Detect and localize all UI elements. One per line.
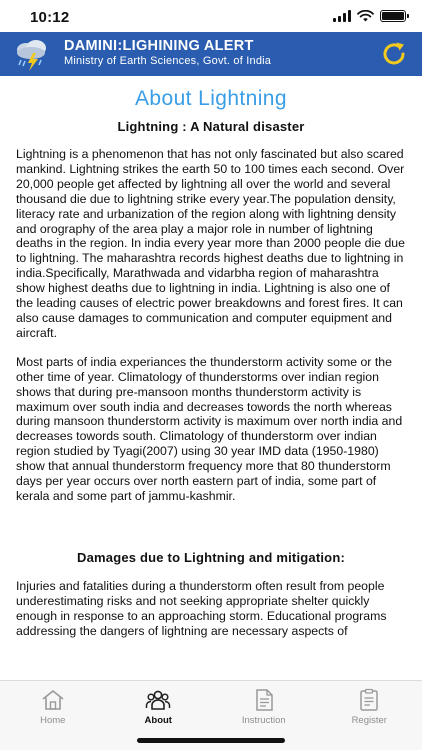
document-icon	[256, 689, 273, 711]
section-heading-damages: Damages due to Lightning and mitigation:	[77, 549, 345, 565]
app-header: DAMINI:LIGHINING ALERT Ministry of Earth…	[0, 32, 422, 76]
paragraph-damages: Injuries and fatalities during a thunder…	[16, 578, 387, 638]
wifi-icon	[357, 10, 374, 22]
paragraph-intro: Lightning is a phenomenon that has not o…	[16, 147, 405, 340]
tab-instruction-label: Instruction	[241, 715, 286, 726]
paragraph-climatology: Most parts of india experiances the thun…	[16, 354, 403, 503]
status-time: 10:12	[30, 9, 70, 26]
tab-home-label: Home	[40, 715, 66, 726]
battery-icon	[380, 10, 409, 22]
status-bar: 10:12	[0, 0, 422, 32]
about-content[interactable]: About Lightning Lightning : A Natural di…	[0, 76, 422, 680]
refresh-button[interactable]	[378, 38, 410, 70]
home-icon	[42, 690, 64, 710]
status-indicators	[333, 10, 409, 22]
home-indicator	[137, 738, 285, 743]
signal-icon	[333, 10, 351, 22]
tab-home[interactable]: Home	[0, 681, 106, 750]
users-icon	[146, 690, 171, 710]
section-heading-natural-disaster: Lightning : A Natural disaster	[117, 119, 305, 134]
app-subtitle: Ministry of Earth Sciences, Govt. of Ind…	[64, 55, 272, 67]
tab-register-label: Register	[351, 715, 387, 726]
app-title: DAMINI:LIGHINING ALERT	[64, 38, 254, 54]
storm-cloud-icon	[17, 40, 46, 71]
tab-register[interactable]: Register	[317, 681, 422, 750]
page-title: About Lightning	[135, 87, 287, 110]
clipboard-icon	[360, 688, 378, 711]
tab-about-label: About	[144, 715, 172, 726]
